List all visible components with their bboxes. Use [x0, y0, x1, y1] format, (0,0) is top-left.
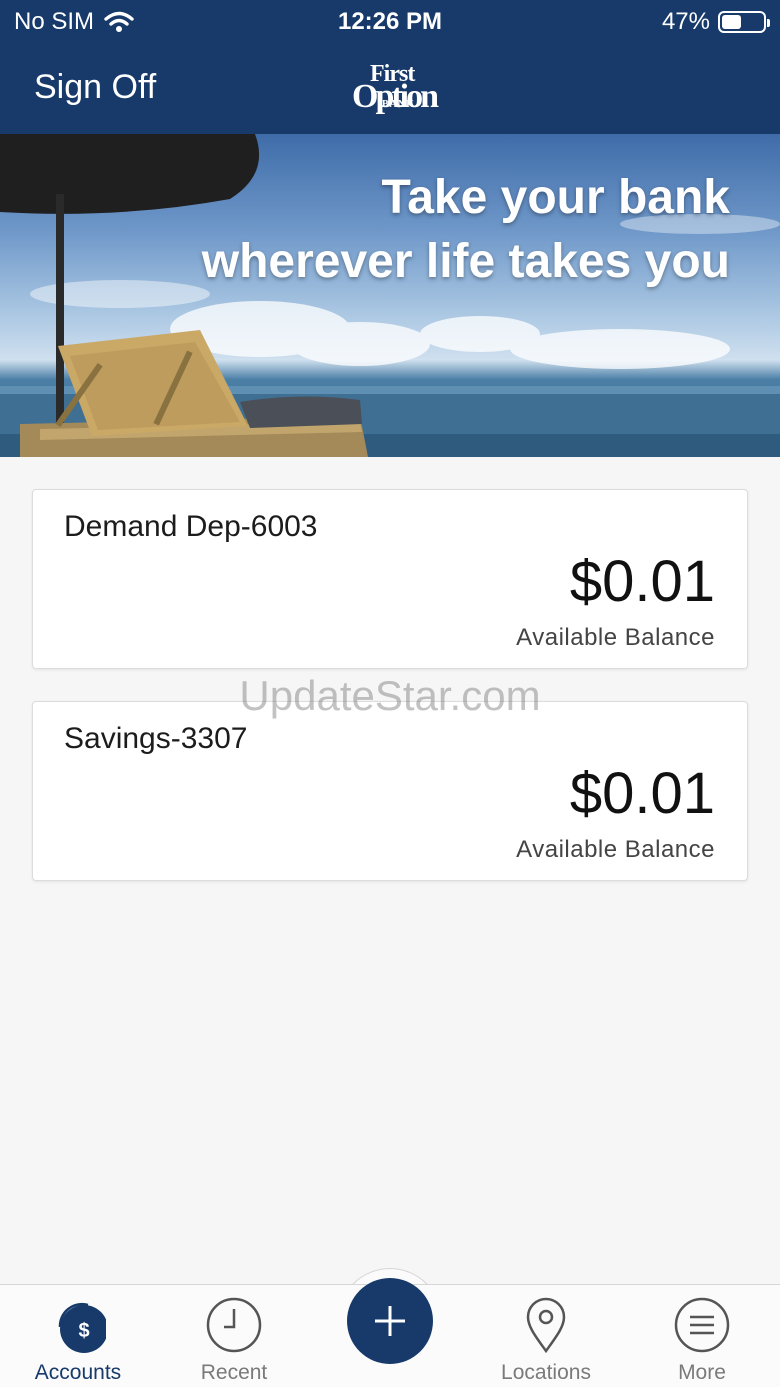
- tab-label: Recent: [200, 1361, 268, 1384]
- account-balance-label: Available Balance: [516, 624, 715, 651]
- account-balance: $0.01: [569, 761, 715, 826]
- tab-label: Accounts: [34, 1361, 122, 1384]
- status-right: 47%: [661, 8, 770, 36]
- hero-line-2: wherever life takes you: [201, 235, 730, 288]
- tab-locations[interactable]: Locations: [468, 1285, 624, 1387]
- account-name: Savings-3307: [64, 722, 248, 755]
- account-name: Demand Dep-6003: [64, 510, 318, 543]
- svg-text:$: $: [78, 1320, 89, 1342]
- account-card-demand[interactable]: Demand Dep-6003 $0.01 Available Balance: [32, 489, 748, 669]
- hero-line-1: Take your bank: [381, 171, 730, 224]
- menu-icon: [674, 1297, 730, 1353]
- logo-line-bank: BANK: [382, 99, 415, 110]
- hero-banner: Take your bank wherever life takes you: [0, 134, 780, 457]
- account-balance-label: Available Balance: [516, 836, 715, 863]
- app-header: Sign Off First Option BANK: [0, 44, 780, 134]
- account-card-savings[interactable]: Savings-3307 $0.01 Available Balance: [32, 701, 748, 881]
- sign-off-button[interactable]: Sign Off: [34, 68, 156, 107]
- tab-label: Locations: [501, 1361, 591, 1384]
- location-pin-icon: [526, 1297, 566, 1353]
- bank-logo: First Option BANK: [352, 62, 439, 116]
- account-balance: $0.01: [569, 549, 715, 614]
- hero-tagline: Take your bank wherever life takes you: [202, 166, 730, 294]
- tab-recent[interactable]: Recent: [156, 1285, 312, 1387]
- battery-fill: [722, 15, 741, 29]
- tab-accounts[interactable]: $ Accounts: [0, 1285, 156, 1387]
- add-action-button[interactable]: [347, 1278, 433, 1364]
- status-bar: No SIM 12:26 PM 47%: [0, 0, 780, 44]
- tab-label: More: [678, 1361, 726, 1384]
- battery-percent: 47%: [661, 8, 710, 35]
- watermark: UpdateStar.com: [239, 672, 541, 719]
- accounts-icon: $: [58, 1302, 106, 1353]
- tab-more[interactable]: More: [624, 1285, 780, 1387]
- clock-icon: [206, 1297, 262, 1353]
- battery-icon: [718, 11, 770, 33]
- plus-icon: [375, 1306, 405, 1336]
